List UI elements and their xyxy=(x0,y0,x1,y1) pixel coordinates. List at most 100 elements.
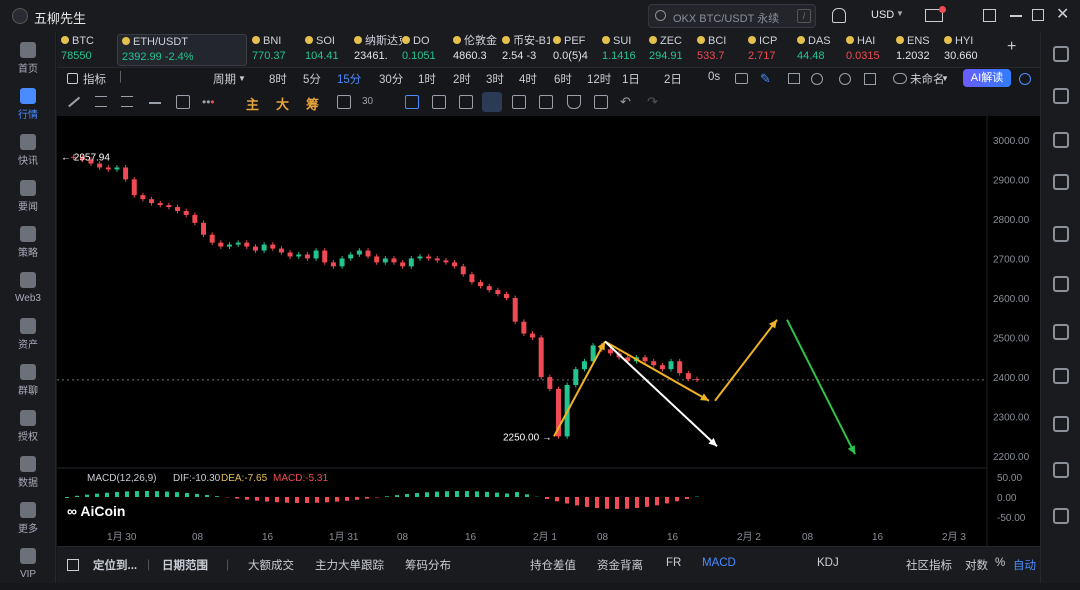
ruler-icon[interactable] xyxy=(432,95,446,109)
ticker-item[interactable]: SUI1.1416 xyxy=(602,34,650,66)
sidebar-item-11[interactable]: VIP xyxy=(0,544,56,590)
ticker-item[interactable]: HAI0.0315 xyxy=(846,34,894,66)
ticker-item[interactable]: 纳斯达克23461. xyxy=(354,34,402,66)
bottom-indicator-3[interactable]: 持仓差值 xyxy=(530,557,576,573)
redo-icon[interactable]: ↷ xyxy=(647,94,658,110)
settings-icon[interactable] xyxy=(839,73,851,85)
interval-5[interactable]: 2时 xyxy=(453,71,471,87)
rectangle-icon[interactable] xyxy=(176,95,190,109)
sidebar-item-1[interactable]: 行情 xyxy=(0,84,56,130)
right-tool-icon-4[interactable] xyxy=(1053,226,1069,242)
compare-icon[interactable] xyxy=(811,73,823,85)
link-icon[interactable] xyxy=(539,95,553,109)
sidebar-item-3[interactable]: 要闻 xyxy=(0,176,56,222)
log-scale-toggle[interactable]: 对数 xyxy=(965,557,988,573)
lock-icon[interactable] xyxy=(512,95,526,109)
ticker-item[interactable]: SOI104.41 xyxy=(305,34,353,66)
ticker-item[interactable]: PEF0.0(5)4 xyxy=(553,34,601,66)
right-tool-icon-1[interactable] xyxy=(1053,88,1069,104)
right-tool-icon-0[interactable] xyxy=(1053,46,1069,62)
right-tool-icon-3[interactable] xyxy=(1053,174,1069,190)
ticker-item[interactable]: ENS1.2032 xyxy=(896,34,944,66)
currency-select[interactable]: USD xyxy=(871,9,894,21)
layout-icon[interactable] xyxy=(788,73,800,84)
sidebar-item-6[interactable]: 资产 xyxy=(0,314,56,360)
ticker-item[interactable]: 伦敦金4860.3 xyxy=(453,34,501,66)
bottom-indicator-5[interactable]: FR xyxy=(666,557,681,569)
right-tool-icon-10[interactable] xyxy=(1053,508,1069,524)
right-tool-icon-8[interactable] xyxy=(1053,416,1069,432)
snapshot-icon[interactable] xyxy=(337,95,351,109)
interval-11[interactable]: 2日 xyxy=(664,71,682,87)
right-tool-icon-5[interactable] xyxy=(1053,276,1069,292)
cursor-icon[interactable] xyxy=(405,95,419,109)
interval-9[interactable]: 12时 xyxy=(587,71,611,87)
chips-button[interactable]: 筹 xyxy=(306,94,319,108)
interval-8[interactable]: 6时 xyxy=(554,71,572,87)
price-chart[interactable]: 3000.002900.002800.002700.002600.002500.… xyxy=(57,116,1040,546)
trendline-icon[interactable] xyxy=(68,97,80,107)
close-icon[interactable]: ✕ xyxy=(1056,4,1069,24)
camera-icon[interactable] xyxy=(735,73,748,84)
locate-to-button[interactable]: 定位到... xyxy=(93,557,137,573)
bottom-indicator-1[interactable]: 主力大单跟踪 xyxy=(315,557,384,573)
sidebar-item-8[interactable]: 授权 xyxy=(0,406,56,452)
interval-0[interactable]: 8时 xyxy=(269,71,287,87)
community-indicator-button[interactable]: 社区指标 xyxy=(906,557,952,573)
right-tool-icon-9[interactable] xyxy=(1053,462,1069,478)
pen-icon[interactable]: ✎ xyxy=(760,71,771,87)
right-tool-icon-2[interactable] xyxy=(1053,132,1069,148)
brush-icon[interactable] xyxy=(459,95,473,109)
share-icon[interactable] xyxy=(1019,73,1031,85)
fullscreen-icon[interactable] xyxy=(864,73,876,85)
filter-icon[interactable] xyxy=(567,95,581,109)
period-button[interactable]: 周期 xyxy=(213,71,236,87)
30-icon[interactable]: 30 xyxy=(362,96,373,107)
interval-1[interactable]: 5分 xyxy=(303,71,321,87)
big-order-button[interactable]: 大 xyxy=(276,94,289,108)
bottom-indicator-4[interactable]: 资金背离 xyxy=(597,557,643,573)
ticker-item[interactable]: DO0.1051 xyxy=(402,34,450,66)
date-range-button[interactable]: 日期范围 xyxy=(162,557,208,573)
interval-4[interactable]: 1时 xyxy=(418,71,436,87)
auto-scale-toggle[interactable]: 自动 xyxy=(1013,557,1036,573)
ticker-item[interactable]: HYI30.660 xyxy=(944,34,992,66)
sidebar-item-5[interactable]: Web3 xyxy=(0,268,56,314)
maximize-icon[interactable] xyxy=(1032,9,1044,21)
ticker-item[interactable]: ZEC294.91 xyxy=(649,34,697,66)
horizontal-line-icon[interactable] xyxy=(149,102,161,104)
interval-6[interactable]: 3时 xyxy=(486,71,504,87)
ticker-item[interactable]: BCI533.7 xyxy=(697,34,745,66)
search-input[interactable]: OKX BTC/USDT 永续 xyxy=(648,4,816,28)
interval-2[interactable]: 15分 xyxy=(337,71,361,87)
main-chart-button[interactable]: 主 xyxy=(246,94,259,108)
minimize-icon[interactable] xyxy=(1010,15,1022,17)
percent-toggle[interactable]: % xyxy=(995,557,1005,569)
right-tool-icon-7[interactable] xyxy=(1053,368,1069,384)
sidebar-item-9[interactable]: 数据 xyxy=(0,452,56,498)
sidebar-item-7[interactable]: 群聊 xyxy=(0,360,56,406)
more-tools-icon[interactable]: ••• xyxy=(202,95,215,109)
trash-icon[interactable] xyxy=(594,95,608,109)
popout-icon[interactable] xyxy=(983,9,996,22)
ai-interpret-button[interactable]: AI解读 xyxy=(963,69,1011,87)
chart-canvas[interactable]: 3000.002900.002800.002700.002600.002500.… xyxy=(57,116,1040,546)
bottom-indicator-0[interactable]: 大额成交 xyxy=(248,557,294,573)
right-tool-icon-6[interactable] xyxy=(1053,324,1069,340)
undo-icon[interactable]: ↶ xyxy=(620,94,631,110)
ticker-item[interactable]: 币安-B12.54 -3 xyxy=(502,34,550,66)
sidebar-item-4[interactable]: 策略 xyxy=(0,222,56,268)
ticker-item[interactable]: BNI770.37 xyxy=(252,34,300,66)
fib-icon[interactable] xyxy=(121,96,133,107)
sidebar-item-2[interactable]: 快讯 xyxy=(0,130,56,176)
bottom-indicator-2[interactable]: 筹码分布 xyxy=(405,557,451,573)
sidebar-item-0[interactable]: 首页 xyxy=(0,38,56,84)
ticker-item[interactable]: ETH/USDT2392.99 -2.4% xyxy=(117,34,247,66)
interval-7[interactable]: 4时 xyxy=(519,71,537,87)
sidebar-item-10[interactable]: 更多 xyxy=(0,498,56,544)
bottom-indicator-6[interactable]: MACD xyxy=(702,557,736,569)
template-select[interactable]: 未命名 xyxy=(910,71,945,87)
bell-icon[interactable] xyxy=(832,8,846,23)
parallel-lines-icon[interactable] xyxy=(95,96,107,107)
interval-10[interactable]: 1日 xyxy=(622,71,640,87)
